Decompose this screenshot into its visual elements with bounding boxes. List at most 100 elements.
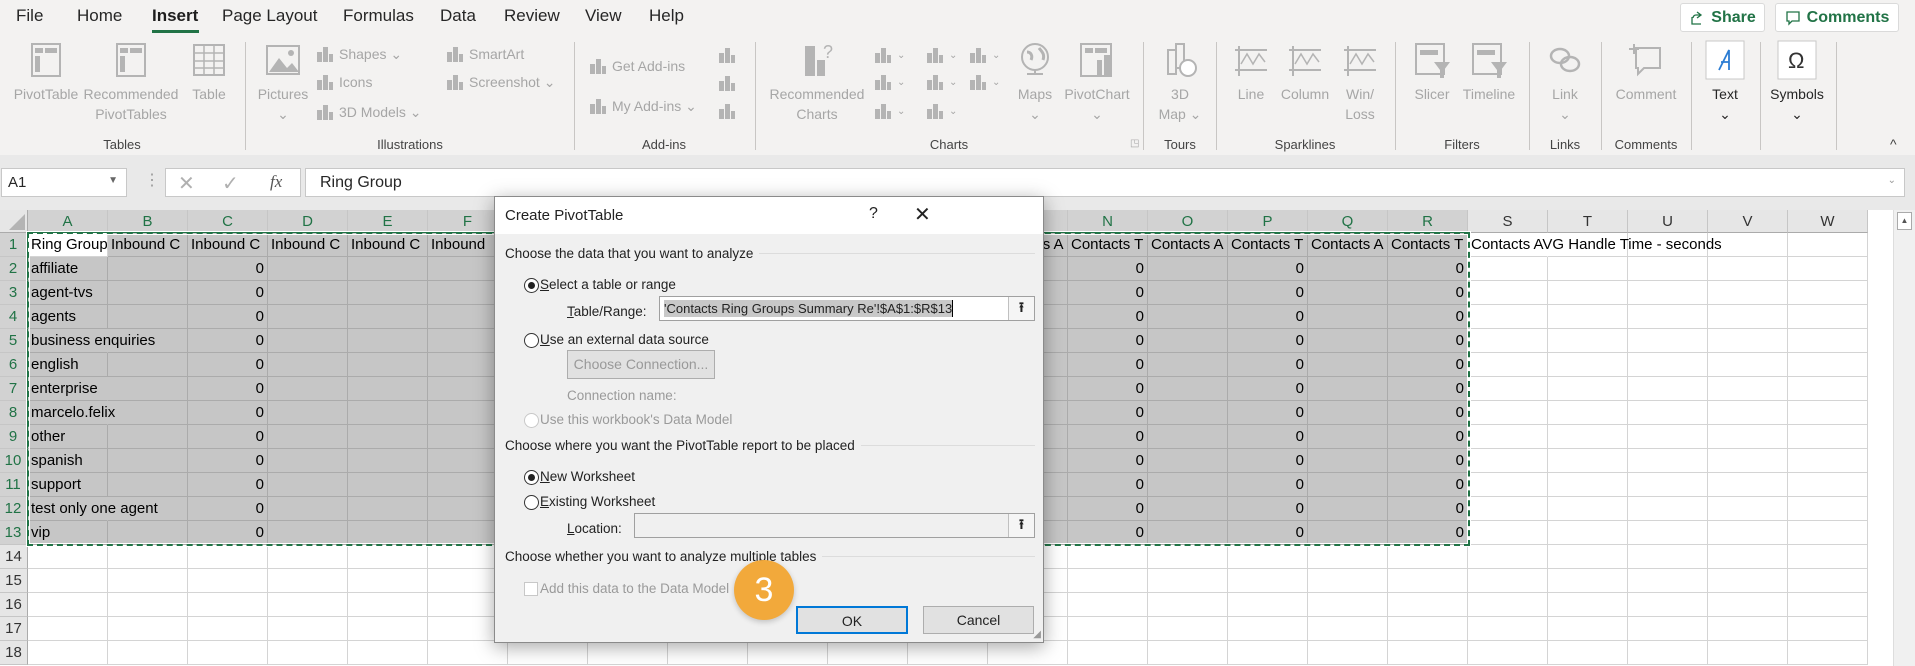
radio-existing-worksheet-label[interactable]: Existing Worksheet bbox=[540, 494, 655, 509]
column-header-A[interactable]: A bbox=[28, 210, 108, 233]
cell-P17[interactable] bbox=[1228, 617, 1308, 641]
hierarchy-chart-button[interactable]: ⌄ bbox=[925, 45, 957, 65]
cell-W18[interactable] bbox=[1788, 641, 1868, 665]
cell-Q16[interactable] bbox=[1308, 593, 1388, 617]
cell-W15[interactable] bbox=[1788, 569, 1868, 593]
cell-R15[interactable] bbox=[1388, 569, 1468, 593]
cell-W13[interactable] bbox=[1788, 521, 1868, 545]
cell-E17[interactable] bbox=[348, 617, 428, 641]
cell-T13[interactable] bbox=[1548, 521, 1628, 545]
tab-page-layout[interactable]: Page Layout bbox=[222, 6, 317, 26]
cell-F18[interactable] bbox=[428, 641, 508, 665]
cell-U13[interactable] bbox=[1628, 521, 1708, 545]
cell-S17[interactable] bbox=[1468, 617, 1548, 641]
collapse-ribbon-icon[interactable]: ^ bbox=[1890, 136, 1897, 152]
cell-P16[interactable] bbox=[1228, 593, 1308, 617]
cell-S4[interactable] bbox=[1468, 305, 1548, 329]
table-range-input[interactable]: 'Contacts Ring Groups Summary Re'!$A$1:$… bbox=[659, 296, 1035, 321]
cell-R16[interactable] bbox=[1388, 593, 1468, 617]
cell-U11[interactable] bbox=[1628, 473, 1708, 497]
row-header-7[interactable]: 7 bbox=[0, 377, 28, 401]
cell-B15[interactable] bbox=[108, 569, 188, 593]
cell-R17[interactable] bbox=[1388, 617, 1468, 641]
symbols-button[interactable]: Ω Symbols ⌄ bbox=[1747, 40, 1847, 124]
radio-existing-worksheet[interactable] bbox=[524, 495, 539, 510]
cell-A17[interactable] bbox=[28, 617, 108, 641]
cell-W14[interactable] bbox=[1788, 545, 1868, 569]
row-header-16[interactable]: 16 bbox=[0, 593, 28, 617]
tab-data[interactable]: Data bbox=[440, 6, 476, 26]
cell-S6[interactable] bbox=[1468, 353, 1548, 377]
column-header-U[interactable]: U bbox=[1628, 210, 1708, 233]
cell-V9[interactable] bbox=[1708, 425, 1788, 449]
cell-V4[interactable] bbox=[1708, 305, 1788, 329]
cell-T15[interactable] bbox=[1548, 569, 1628, 593]
radio-external-source[interactable] bbox=[524, 333, 539, 348]
column-header-C[interactable]: C bbox=[188, 210, 268, 233]
cell-R14[interactable] bbox=[1388, 545, 1468, 569]
location-input[interactable]: ⭱ bbox=[634, 513, 1035, 538]
cell-B17[interactable] bbox=[108, 617, 188, 641]
insert-function-icon[interactable]: fx bbox=[270, 172, 282, 192]
cell-S10[interactable] bbox=[1468, 449, 1548, 473]
charts-dialog-launcher-icon[interactable]: ◳ bbox=[1130, 138, 1139, 149]
row-header-10[interactable]: 10 bbox=[0, 449, 28, 473]
radio-new-worksheet-label[interactable]: New Worksheet bbox=[540, 469, 635, 484]
smartart-button[interactable]: SmartArt bbox=[445, 44, 524, 64]
tab-file[interactable]: File bbox=[16, 6, 43, 26]
get-addins-button[interactable]: Get Add-ins bbox=[588, 56, 685, 76]
icons-button[interactable]: Icons bbox=[315, 72, 372, 92]
visio-addin-button[interactable] bbox=[717, 45, 737, 65]
resize-grip-icon[interactable]: ◢ bbox=[1033, 629, 1041, 640]
column-header-S[interactable]: S bbox=[1468, 210, 1548, 233]
cell-W12[interactable] bbox=[1788, 497, 1868, 521]
cell-C17[interactable] bbox=[188, 617, 268, 641]
cell-U9[interactable] bbox=[1628, 425, 1708, 449]
tab-formulas[interactable]: Formulas bbox=[343, 6, 414, 26]
cell-V6[interactable] bbox=[1708, 353, 1788, 377]
rec-charts-button[interactable]: ? Recommended Charts bbox=[767, 40, 867, 124]
cell-U8[interactable] bbox=[1628, 401, 1708, 425]
cell-I18[interactable] bbox=[668, 641, 748, 665]
radio-data-model[interactable] bbox=[524, 413, 539, 428]
row-header-14[interactable]: 14 bbox=[0, 545, 28, 569]
column-header-B[interactable]: B bbox=[108, 210, 188, 233]
row-header-12[interactable]: 12 bbox=[0, 497, 28, 521]
column-header-E[interactable]: E bbox=[348, 210, 428, 233]
close-icon[interactable]: ✕ bbox=[914, 202, 931, 227]
cell-C14[interactable] bbox=[188, 545, 268, 569]
cell-W6[interactable] bbox=[1788, 353, 1868, 377]
scroll-up-icon[interactable]: ▲ bbox=[1897, 212, 1912, 230]
cell-W11[interactable] bbox=[1788, 473, 1868, 497]
line-chart-button[interactable]: ⌄ bbox=[873, 72, 905, 92]
cell-A18[interactable] bbox=[28, 641, 108, 665]
row-header-1[interactable]: 1 bbox=[0, 233, 28, 257]
cell-N17[interactable] bbox=[1068, 617, 1148, 641]
cell-W10[interactable] bbox=[1788, 449, 1868, 473]
select-all-button[interactable] bbox=[0, 210, 28, 233]
cell-T8[interactable] bbox=[1548, 401, 1628, 425]
cell-T16[interactable] bbox=[1548, 593, 1628, 617]
cell-S1[interactable]: Contacts AVG Handle Time - seconds bbox=[1468, 233, 1722, 257]
row-header-11[interactable]: 11 bbox=[0, 473, 28, 497]
cell-D18[interactable] bbox=[268, 641, 348, 665]
cell-U10[interactable] bbox=[1628, 449, 1708, 473]
cell-T17[interactable] bbox=[1548, 617, 1628, 641]
row-header-13[interactable]: 13 bbox=[0, 521, 28, 545]
cell-S18[interactable] bbox=[1468, 641, 1548, 665]
tab-review[interactable]: Review bbox=[504, 6, 560, 26]
cell-D17[interactable] bbox=[268, 617, 348, 641]
cell-T2[interactable] bbox=[1548, 257, 1628, 281]
cell-W7[interactable] bbox=[1788, 377, 1868, 401]
cell-U12[interactable] bbox=[1628, 497, 1708, 521]
shapes-button[interactable]: Shapes ⌄ bbox=[315, 44, 402, 64]
cell-J18[interactable] bbox=[748, 641, 828, 665]
cell-Q17[interactable] bbox=[1308, 617, 1388, 641]
cell-S15[interactable] bbox=[1468, 569, 1548, 593]
cell-O14[interactable] bbox=[1148, 545, 1228, 569]
expand-formula-icon[interactable]: ⌄ bbox=[1888, 175, 1896, 186]
column-header-R[interactable]: R bbox=[1388, 210, 1468, 233]
cell-A14[interactable] bbox=[28, 545, 108, 569]
cell-V10[interactable] bbox=[1708, 449, 1788, 473]
cell-T14[interactable] bbox=[1548, 545, 1628, 569]
